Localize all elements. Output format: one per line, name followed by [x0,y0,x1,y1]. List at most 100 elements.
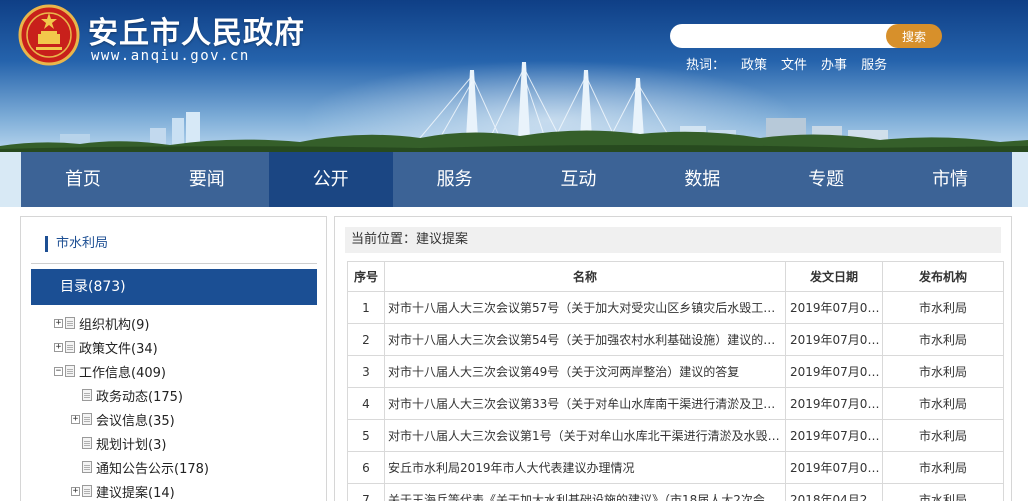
row-number: 6 [347,451,385,484]
site-url: www.anqiu.gov.cn [91,48,250,64]
nav-item-data[interactable]: 数据 [640,152,764,207]
document-icon [82,461,92,473]
publish-date: 2019年07月08日 [785,355,883,388]
table-row: 2 对市十八届人大三次会议第54号（关于加强农村水利基础设施）建议的答复 201… [347,323,1004,356]
hot-word-affairs-link[interactable]: 办事 [821,54,847,73]
col-header-org: 发布机构 [882,261,1004,292]
nav-item-interaction[interactable]: 互动 [517,152,641,207]
search-input[interactable] [670,24,910,48]
publishing-agency: 市水利局 [882,355,1004,388]
publish-date: 2019年07月08日 [785,451,883,484]
document-title-link[interactable]: 对市十八届人大三次会议第33号（关于对牟山水库南干渠进行清淤及卫生整治）建议的答… [384,387,786,420]
hot-word-policy-link[interactable]: 政策 [741,54,767,73]
publishing-agency: 市水利局 [882,323,1004,356]
tree-item-label: 通知公告公示(178) [96,461,209,477]
hot-words: 热词： 政策 文件 办事 服务 [686,54,887,73]
collapse-minus-icon[interactable]: − [54,366,63,376]
sidebar-department-title: 市水利局 [45,236,108,252]
document-title-link[interactable]: 安丘市水利局2019年市人大代表建议办理情况 [384,451,786,484]
sidebar: 市水利局 目录(873) + 组织机构(9) + 政策文件(34) − 工作信息… [20,216,327,501]
national-emblem-logo [18,4,80,66]
publish-date: 2019年07月08日 [785,291,883,324]
table-row: 5 对市十八届人大三次会议第1号（关于对牟山水库北干渠进行清淤及水毁修复）建议的… [347,419,1004,452]
document-title-link[interactable]: 对市十八届人大三次会议第54号（关于加强农村水利基础设施）建议的答复 [384,323,786,356]
tree-item-label: 政务动态(175) [96,389,183,405]
document-icon [82,437,92,449]
nav-edge-right [1012,152,1028,207]
tree-item-label: 会议信息(35) [96,413,175,429]
tree-item-proposals[interactable]: + 建议提案(14) [71,481,175,501]
nav-item-service[interactable]: 服务 [393,152,517,207]
document-table: 序号 名称 发文日期 发布机构 1 对市十八届人大三次会议第57号（关于加大对受… [347,261,1004,501]
publishing-agency: 市水利局 [882,451,1004,484]
tree-item-label: 规划计划(3) [96,437,167,453]
table-row: 4 对市十八届人大三次会议第33号（关于对牟山水库南干渠进行清淤及卫生整治）建议… [347,387,1004,420]
catalog-header[interactable]: 目录(873) [31,269,317,305]
tree-item-government-news[interactable]: 政务动态(175) [71,385,183,405]
publish-date: 2018年04月28日 [785,483,883,501]
document-title-link[interactable]: 对市十八届人大三次会议第49号（关于汶河两岸整治）建议的答复 [384,355,786,388]
col-header-name: 名称 [384,261,786,292]
tree-item-policy-documents[interactable]: + 政策文件(34) [54,337,158,357]
table-row: 6 安丘市水利局2019年市人大代表建议办理情况 2019年07月08日 市水利… [347,451,1004,484]
table-header-row: 序号 名称 发文日期 发布机构 [347,261,1004,292]
content-panel: 当前位置：建议提案 序号 名称 发文日期 发布机构 1 对市十八届人大三次会议第… [334,216,1012,501]
header-banner: 安丘市人民政府 www.anqiu.gov.cn 搜索 热词： 政策 文件 办事… [0,0,1028,152]
document-title-link[interactable]: 对市十八届人大三次会议第1号（关于对牟山水库北干渠进行清淤及水毁修复）建议的答复 [384,419,786,452]
hot-word-document-link[interactable]: 文件 [781,54,807,73]
publish-date: 2019年07月08日 [785,419,883,452]
document-title-link[interactable]: 关于王海兵等代表《关于加大水利基础设施的建议》（市18届人大2次会议）的答复 [384,483,786,501]
row-number: 7 [347,483,385,501]
site-title: 安丘市人民政府 [88,16,305,51]
document-icon [82,389,92,401]
document-icon [65,341,75,353]
tree-item-work-info[interactable]: − 工作信息(409) [54,361,166,381]
col-header-no: 序号 [347,261,385,292]
table-row: 3 对市十八届人大三次会议第49号（关于汶河两岸整治）建议的答复 2019年07… [347,355,1004,388]
search-button[interactable]: 搜索 [886,24,942,48]
breadcrumb: 当前位置：建议提案 [345,227,1001,253]
tree-item-label: 组织机构(9) [79,317,150,333]
main-nav: 首页 要闻 公开 服务 互动 数据 专题 市情 [21,152,1012,207]
publishing-agency: 市水利局 [882,419,1004,452]
nav-item-news[interactable]: 要闻 [145,152,269,207]
expand-plus-icon[interactable]: + [54,342,63,352]
expand-plus-icon[interactable]: + [71,486,80,496]
search-bar: 搜索 [670,24,942,48]
nav-item-city-info[interactable]: 市情 [888,152,1012,207]
nav-item-topics[interactable]: 专题 [764,152,888,207]
hot-words-label: 热词： [686,58,726,73]
tree-item-label: 政策文件(34) [79,341,158,357]
table-row: 7 关于王海兵等代表《关于加大水利基础设施的建议》（市18届人大2次会议）的答复… [347,483,1004,501]
table-row: 1 对市十八届人大三次会议第57号（关于加大对受灾山区乡镇灾后水毁工程修复的建议… [347,291,1004,324]
expand-plus-icon[interactable]: + [71,414,80,424]
document-icon [65,365,75,377]
tree-item-label: 工作信息(409) [79,365,166,381]
row-number: 1 [347,291,385,324]
col-header-date: 发文日期 [785,261,883,292]
row-number: 4 [347,387,385,420]
document-title-link[interactable]: 对市十八届人大三次会议第57号（关于加大对受灾山区乡镇灾后水毁工程修复的建议）的… [384,291,786,324]
nav-item-disclosure[interactable]: 公开 [268,152,393,207]
row-number: 2 [347,323,385,356]
expand-plus-icon[interactable]: + [54,318,63,328]
document-icon [82,485,92,497]
nav-item-home[interactable]: 首页 [21,152,145,207]
document-icon [65,317,75,329]
publish-date: 2019年07月08日 [785,387,883,420]
tree-item-label: 建议提案(14) [96,485,175,501]
tree-item-notices[interactable]: 通知公告公示(178) [71,457,209,477]
tree-item-plans[interactable]: 规划计划(3) [71,433,166,453]
tree-item-meeting-info[interactable]: + 会议信息(35) [71,409,175,429]
publishing-agency: 市水利局 [882,483,1004,501]
publishing-agency: 市水利局 [882,291,1004,324]
document-icon [82,413,92,425]
tree-item-organization[interactable]: + 组织机构(9) [54,313,149,333]
publish-date: 2019年07月08日 [785,323,883,356]
nav-edge-left [0,152,21,207]
sidebar-divider [31,263,317,264]
row-number: 3 [347,355,385,388]
hot-word-service-link[interactable]: 服务 [861,54,887,73]
publishing-agency: 市水利局 [882,387,1004,420]
row-number: 5 [347,419,385,452]
